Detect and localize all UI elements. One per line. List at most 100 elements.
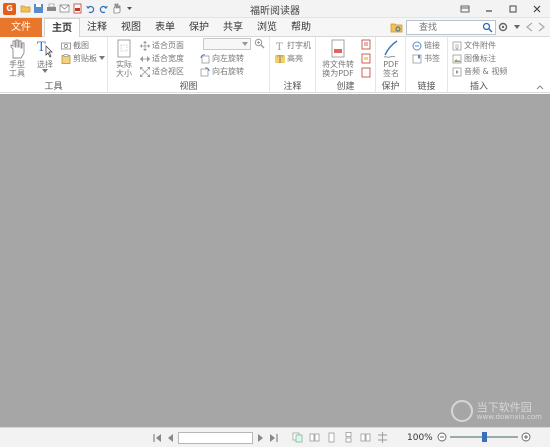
close-button[interactable] (530, 2, 544, 15)
tab-form[interactable]: 表单 (148, 18, 182, 37)
zoom-track[interactable] (450, 432, 518, 442)
clipboard-dropdown-icon[interactable] (99, 56, 105, 61)
svg-text:T: T (37, 40, 46, 55)
select-tool-button[interactable]: T 选择 (34, 39, 56, 74)
link-button[interactable]: 链接 (412, 40, 440, 51)
fit-width-icon (140, 55, 150, 62)
gear-icon[interactable] (497, 21, 509, 33)
zoom-percentage[interactable]: 100% (407, 433, 433, 443)
hand-tool-label: 手型 工具 (9, 60, 25, 78)
continuous-page-icon[interactable] (343, 432, 354, 443)
group-annotate: T 打字机 T 高亮 注释 (270, 37, 316, 93)
zoom-thumb[interactable] (482, 432, 487, 442)
rotate-right-button[interactable]: 向右旋转 (200, 66, 244, 77)
file-menu-tab[interactable]: 文件 (0, 18, 42, 37)
actual-size-label: 实际 大小 (116, 60, 132, 78)
tab-protect[interactable]: 保护 (182, 18, 216, 37)
bookmark-label: 书签 (424, 54, 440, 63)
image-annotation-button[interactable]: 图像标注 (452, 53, 496, 64)
tab-view[interactable]: 视图 (114, 18, 148, 37)
tab-home[interactable]: 主页 (44, 18, 80, 38)
blank-pdf-icon[interactable] (361, 67, 371, 78)
watermark-logo-icon (450, 400, 473, 422)
page-number-input[interactable] (178, 432, 253, 444)
search-box (406, 20, 496, 35)
select-dropdown-icon[interactable] (42, 69, 48, 74)
split-view-icon[interactable] (377, 432, 388, 443)
fit-visible-label: 适合视区 (152, 67, 184, 76)
fit-page-button[interactable]: 适合页面 (140, 40, 184, 51)
file-attachment-button[interactable]: 文件附件 (452, 40, 496, 51)
maximize-button[interactable] (506, 2, 520, 15)
watermark-text: 当下软件园 (476, 400, 532, 414)
previous-page-icon[interactable] (166, 433, 174, 443)
highlight-button[interactable]: T 高亮 (275, 53, 303, 64)
two-page-icon[interactable] (360, 432, 371, 443)
zoom-select[interactable] (203, 38, 251, 50)
fit-visible-button[interactable]: 适合视区 (140, 66, 184, 77)
tab-bar-tools (497, 21, 546, 33)
zoom-out-icon[interactable] (437, 432, 447, 442)
select-tool-label: 选择 (37, 60, 53, 69)
clipboard-button[interactable]: 剪贴板 (61, 53, 105, 64)
group-insert: 文件附件 图像标注 音频 & 视频 插入 (448, 37, 510, 93)
tab-comment[interactable]: 注释 (80, 18, 114, 37)
tab-browse[interactable]: 浏览 (250, 18, 284, 37)
camera-icon (61, 42, 71, 50)
last-page-icon[interactable] (269, 433, 279, 443)
snapshot-button[interactable]: 截图 (61, 40, 89, 51)
zoom-in-icon[interactable] (254, 38, 265, 49)
snapshot-label: 截图 (73, 41, 89, 50)
collapse-ribbon-icon[interactable] (536, 84, 544, 90)
typewriter-label: 打字机 (287, 41, 311, 50)
search-icon[interactable] (482, 22, 493, 33)
zoom-in-status-icon[interactable] (521, 432, 531, 442)
zoom-slider (437, 432, 531, 442)
fit-width-button[interactable]: 适合宽度 (140, 53, 184, 64)
attachment-icon (452, 41, 462, 50)
next-page-icon[interactable] (257, 433, 265, 443)
signature-pen-icon (383, 40, 398, 58)
rotate-left-button[interactable]: 向左旋转 (200, 53, 244, 64)
actual-size-button[interactable]: 实际 大小 (112, 39, 136, 78)
image-annotation-label: 图像标注 (464, 54, 496, 63)
select-text-icon: T (37, 40, 53, 58)
previous-arrow-icon[interactable] (525, 22, 533, 32)
search-input[interactable] (407, 21, 475, 34)
bookmark-button[interactable]: 书签 (412, 53, 440, 64)
media-icon (452, 67, 462, 76)
clipboard-label: 剪贴板 (73, 54, 97, 63)
convert-to-pdf-icon (331, 39, 345, 58)
single-page-icon[interactable] (326, 432, 337, 443)
chevron-down-icon[interactable] (514, 24, 520, 30)
fit-page-icon (140, 40, 150, 51)
minimize-button[interactable] (482, 2, 496, 15)
facing-pages-icon[interactable] (309, 432, 320, 443)
typewriter-icon: T (276, 42, 283, 51)
hand-tool-button[interactable]: 手型 工具 (4, 39, 30, 78)
audio-video-button[interactable]: 音频 & 视频 (452, 66, 507, 77)
copy-pages-icon[interactable] (292, 432, 303, 443)
document-area[interactable] (0, 94, 550, 427)
create-from-file-icon[interactable] (361, 39, 371, 50)
group-annotate-label: 注释 (283, 82, 302, 92)
ribbon-tabs: 主页 注释 视图 表单 保护 共享 浏览 帮助 (44, 18, 318, 38)
rotate-right-label: 向右旋转 (212, 67, 244, 76)
find-folder-icon[interactable] (390, 21, 403, 34)
image-icon (452, 54, 462, 63)
first-page-icon[interactable] (152, 433, 162, 443)
pdf-sign-button[interactable]: PDF 签名 (378, 39, 404, 78)
group-tools-label: 工具 (44, 82, 63, 92)
svg-text:T: T (277, 55, 283, 64)
group-protect: PDF 签名 保护 (376, 37, 406, 93)
fit-page-label: 适合页面 (152, 41, 184, 50)
highlight-icon: T (275, 54, 285, 64)
ribbon-toggle-icon[interactable] (458, 2, 472, 15)
tab-help[interactable]: 帮助 (284, 18, 318, 37)
status-bar: 100% (0, 427, 550, 447)
create-from-clipboard-icon[interactable] (361, 53, 371, 64)
tab-share[interactable]: 共享 (216, 18, 250, 37)
convert-to-pdf-button[interactable]: 将文件转 换为PDF (320, 39, 356, 78)
typewriter-button[interactable]: T 打字机 (275, 40, 311, 51)
next-arrow-icon[interactable] (538, 22, 546, 32)
